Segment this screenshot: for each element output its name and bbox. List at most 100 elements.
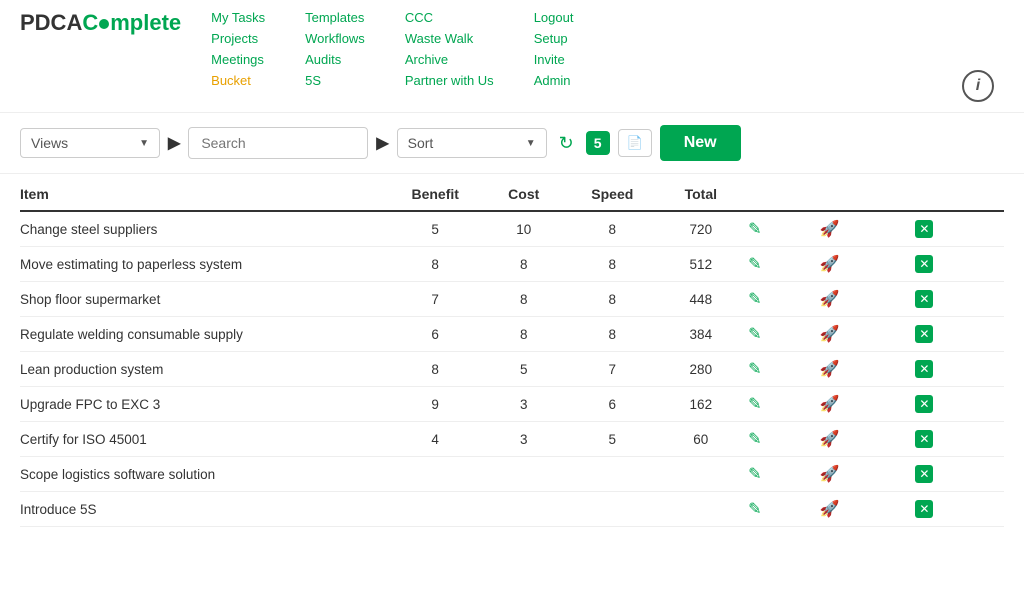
- nav-logout[interactable]: Logout: [534, 10, 574, 25]
- header: PDCACmplete My Tasks Projects Meetings B…: [0, 0, 1024, 113]
- views-arrow-button[interactable]: ▶: [168, 133, 180, 153]
- nav-partner-with-us[interactable]: Partner with Us: [405, 73, 494, 88]
- nav-bucket[interactable]: Bucket: [211, 73, 265, 88]
- rocket-icon[interactable]: 🚀: [820, 501, 840, 518]
- nav-invite[interactable]: Invite: [534, 52, 574, 67]
- cell-benefit: 8: [394, 247, 483, 282]
- cell-cost: 8: [482, 282, 571, 317]
- cell-cost: 8: [482, 247, 571, 282]
- delete-icon[interactable]: ✕: [915, 465, 933, 483]
- cell-delete: ✕: [915, 387, 1004, 422]
- delete-icon[interactable]: ✕: [915, 430, 933, 448]
- table-body: Change steel suppliers 5 10 8 720 ✎ 🚀 ✕ …: [20, 211, 1004, 527]
- cell-speed: [571, 492, 660, 527]
- search-input[interactable]: [188, 127, 368, 159]
- table-row: Shop floor supermarket 7 8 8 448 ✎ 🚀 ✕: [20, 282, 1004, 317]
- rocket-icon[interactable]: 🚀: [820, 361, 840, 378]
- cell-benefit: 9: [394, 387, 483, 422]
- cell-benefit: 4: [394, 422, 483, 457]
- views-label: Views: [31, 135, 68, 151]
- cell-delete: ✕: [915, 492, 1004, 527]
- rocket-icon[interactable]: 🚀: [820, 466, 840, 483]
- cell-edit: ✎: [748, 352, 820, 387]
- nav-setup[interactable]: Setup: [534, 31, 574, 46]
- table-row: Upgrade FPC to EXC 3 9 3 6 162 ✎ 🚀 ✕: [20, 387, 1004, 422]
- delete-icon[interactable]: ✕: [915, 220, 933, 238]
- cell-launch: 🚀: [820, 422, 916, 457]
- rocket-icon[interactable]: 🚀: [820, 291, 840, 308]
- cell-launch: 🚀: [820, 211, 916, 247]
- delete-icon[interactable]: ✕: [915, 255, 933, 273]
- cell-benefit: 7: [394, 282, 483, 317]
- rocket-icon[interactable]: 🚀: [820, 256, 840, 273]
- nav-projects[interactable]: Projects: [211, 31, 265, 46]
- search-arrow-button[interactable]: ▶: [376, 133, 388, 153]
- count-badge: 5: [586, 131, 610, 155]
- info-icon[interactable]: i: [962, 70, 994, 102]
- delete-icon[interactable]: ✕: [915, 290, 933, 308]
- delete-icon[interactable]: ✕: [915, 325, 933, 343]
- rocket-icon[interactable]: 🚀: [820, 326, 840, 343]
- nav-workflows[interactable]: Workflows: [305, 31, 365, 46]
- cell-edit: ✎: [748, 492, 820, 527]
- cell-item: Upgrade FPC to EXC 3: [20, 387, 394, 422]
- nav-col-1: My Tasks Projects Meetings Bucket: [211, 10, 265, 88]
- pdf-button[interactable]: 📄: [618, 129, 652, 157]
- views-dropdown[interactable]: Views ▼: [20, 128, 160, 158]
- edit-icon[interactable]: ✎: [748, 326, 761, 343]
- cell-total: [660, 492, 749, 527]
- col-header-actions: [748, 178, 1004, 211]
- cell-speed: 7: [571, 352, 660, 387]
- delete-icon[interactable]: ✕: [915, 360, 933, 378]
- col-header-total: Total: [660, 178, 749, 211]
- nav-my-tasks[interactable]: My Tasks: [211, 10, 265, 25]
- delete-icon[interactable]: ✕: [915, 395, 933, 413]
- cell-delete: ✕: [915, 317, 1004, 352]
- nav-5s[interactable]: 5S: [305, 73, 365, 88]
- new-button[interactable]: New: [660, 125, 741, 161]
- rocket-icon[interactable]: 🚀: [820, 431, 840, 448]
- cell-benefit: 6: [394, 317, 483, 352]
- table-row: Regulate welding consumable supply 6 8 8…: [20, 317, 1004, 352]
- cell-speed: 8: [571, 282, 660, 317]
- nav-col-2: Templates Workflows Audits 5S: [305, 10, 365, 88]
- cell-total: 60: [660, 422, 749, 457]
- nav-waste-walk[interactable]: Waste Walk: [405, 31, 494, 46]
- table-header: Item Benefit Cost Speed Total: [20, 178, 1004, 211]
- nav-audits[interactable]: Audits: [305, 52, 365, 67]
- nav-archive[interactable]: Archive: [405, 52, 494, 67]
- cell-edit: ✎: [748, 247, 820, 282]
- rocket-icon[interactable]: 🚀: [820, 221, 840, 238]
- edit-icon[interactable]: ✎: [748, 291, 761, 308]
- edit-icon[interactable]: ✎: [748, 396, 761, 413]
- cell-cost: 3: [482, 387, 571, 422]
- edit-icon[interactable]: ✎: [748, 431, 761, 448]
- refresh-button[interactable]: ↻: [555, 129, 578, 158]
- cell-total: 280: [660, 352, 749, 387]
- nav-ccc[interactable]: CCC: [405, 10, 494, 25]
- edit-icon[interactable]: ✎: [748, 221, 761, 238]
- table-row: Scope logistics software solution ✎ 🚀 ✕: [20, 457, 1004, 492]
- edit-icon[interactable]: ✎: [748, 466, 761, 483]
- sort-chevron-icon: ▼: [526, 138, 536, 149]
- col-header-item: Item: [20, 178, 394, 211]
- nav-meetings[interactable]: Meetings: [211, 52, 265, 67]
- table-row: Change steel suppliers 5 10 8 720 ✎ 🚀 ✕: [20, 211, 1004, 247]
- cell-cost: [482, 457, 571, 492]
- col-header-speed: Speed: [571, 178, 660, 211]
- edit-icon[interactable]: ✎: [748, 501, 761, 518]
- cell-edit: ✎: [748, 457, 820, 492]
- nav-admin[interactable]: Admin: [534, 73, 574, 88]
- cell-benefit: [394, 457, 483, 492]
- rocket-icon[interactable]: 🚀: [820, 396, 840, 413]
- edit-icon[interactable]: ✎: [748, 256, 761, 273]
- table-row: Move estimating to paperless system 8 8 …: [20, 247, 1004, 282]
- delete-icon[interactable]: ✕: [915, 500, 933, 518]
- cell-delete: ✕: [915, 352, 1004, 387]
- cell-item: Change steel suppliers: [20, 211, 394, 247]
- edit-icon[interactable]: ✎: [748, 361, 761, 378]
- cell-launch: 🚀: [820, 387, 916, 422]
- sort-dropdown[interactable]: Sort ▼: [397, 128, 547, 158]
- nav-col-4: Logout Setup Invite Admin: [534, 10, 574, 88]
- nav-templates[interactable]: Templates: [305, 10, 365, 25]
